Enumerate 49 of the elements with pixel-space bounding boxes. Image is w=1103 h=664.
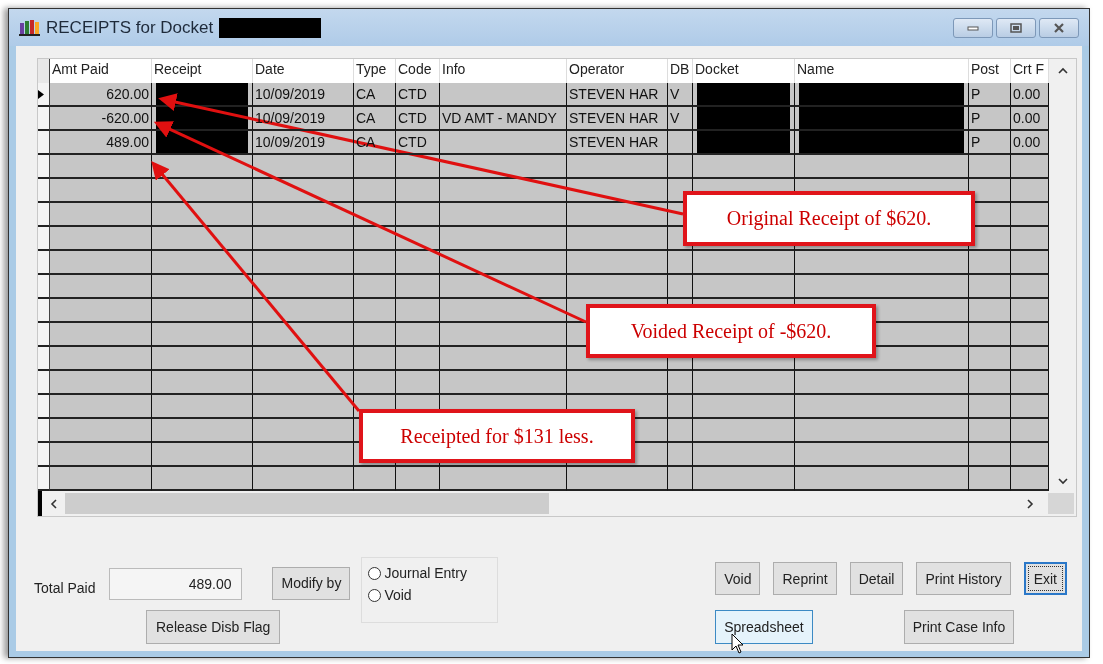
action-button[interactable]: Exit [1023, 562, 1067, 595]
release-disb-flag-button[interactable]: Release Disb Flag [146, 610, 281, 644]
table-cell: P [969, 131, 1011, 155]
radio-option[interactable]: Void [368, 587, 492, 603]
total-paid-label: Total Paid [34, 580, 96, 596]
window-title: RECEIPTS for Docket [46, 17, 214, 38]
radio-option[interactable]: Journal Entry [368, 565, 492, 581]
table-cell: STEVEN HAR [567, 131, 668, 155]
column-header[interactable]: Operator [567, 59, 668, 83]
table-cell: 489.00 [50, 131, 152, 155]
action-button[interactable]: Print Case Info [903, 610, 1015, 644]
column-header[interactable]: Name [795, 59, 969, 83]
table-cell: VD AMT - MANDY [440, 107, 567, 131]
table-cell: P [969, 83, 1011, 107]
table-cell: 10/09/2019 [253, 83, 354, 107]
table-cell: STEVEN HAR [567, 107, 668, 131]
table-cell: 10/09/2019 [253, 107, 354, 131]
column-header[interactable]: Type [354, 59, 396, 83]
total-paid-field[interactable]: 489.00 [109, 568, 243, 600]
table-cell: STEVEN HAR [567, 83, 668, 107]
column-header[interactable]: Amt Paid [50, 59, 152, 83]
annotation-callout: Receipted for $131 less. [359, 409, 635, 463]
table-cell: CA [354, 83, 396, 107]
action-button[interactable]: Print History [916, 562, 1011, 595]
table-cell: CTD [396, 83, 440, 107]
column-header[interactable]: DB [668, 59, 693, 83]
column-header[interactable]: Receipt [152, 59, 253, 83]
action-button[interactable]: Reprint [773, 562, 837, 595]
table-cell: -620.00 [50, 107, 152, 131]
table-cell: CA [354, 107, 396, 131]
table-cell: V [668, 83, 693, 107]
action-button[interactable]: Spreadsheet [715, 610, 813, 644]
column-header[interactable]: Crt F [1011, 59, 1049, 83]
table-cell: P [969, 107, 1011, 131]
table-cell: 10/09/2019 [253, 131, 354, 155]
column-header[interactable]: Docket [693, 59, 795, 83]
table-cell: CTD [396, 131, 440, 155]
table-cell: 620.00 [50, 83, 152, 107]
column-header[interactable]: Info [440, 59, 567, 83]
table-cell: CTD [396, 107, 440, 131]
table-cell: V [668, 107, 693, 131]
column-header[interactable]: Code [396, 59, 440, 83]
annotation-callout: Original Receipt of $620. [683, 191, 975, 246]
column-header[interactable]: Date [253, 59, 354, 83]
action-button[interactable]: Detail [849, 562, 904, 595]
modify-by-button[interactable]: Modify by [272, 566, 351, 600]
annotation-callout: Voided Receipt of -$620. [586, 304, 876, 358]
action-button[interactable]: Void [715, 562, 761, 595]
column-header[interactable]: Post [969, 59, 1011, 83]
